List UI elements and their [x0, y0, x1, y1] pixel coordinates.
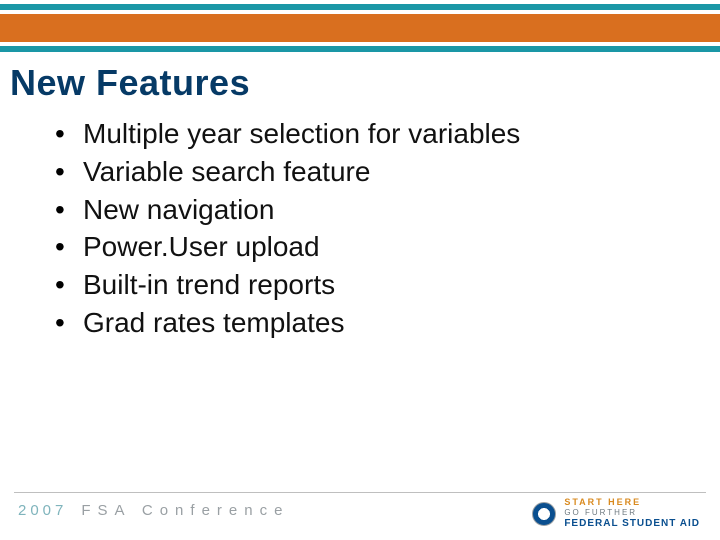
fsa-logo: START HERE GO FURTHER FEDERAL STUDENT AI… — [532, 498, 700, 529]
list-item: New navigation — [55, 191, 660, 229]
footer-divider — [14, 492, 706, 493]
footer-conference-name: FSA Conference — [81, 502, 289, 519]
seal-icon — [532, 502, 556, 526]
fsa-logo-text: START HERE GO FURTHER FEDERAL STUDENT AI… — [564, 498, 700, 529]
bullet-list: Multiple year selection for variables Va… — [55, 115, 660, 342]
list-item: Built-in trend reports — [55, 266, 660, 304]
logo-line-1: START HERE — [564, 498, 700, 507]
list-item: Variable search feature — [55, 153, 660, 191]
list-item: Multiple year selection for variables — [55, 115, 660, 153]
list-item: Power.User upload — [55, 228, 660, 266]
banner-stripe-teal-bottom — [0, 46, 720, 52]
logo-line-2: GO FURTHER — [564, 509, 700, 517]
list-item: Grad rates templates — [55, 304, 660, 342]
footer-conference-label: 2007 FSA Conference — [18, 502, 289, 519]
banner-stripe-orange — [0, 14, 720, 42]
slide-title: New Features — [10, 62, 250, 104]
logo-line-3: FEDERAL STUDENT AID — [564, 519, 700, 529]
slide-footer: 2007 FSA Conference START HERE GO FURTHER… — [0, 492, 720, 540]
top-banner — [0, 0, 720, 55]
slide-content: Multiple year selection for variables Va… — [55, 115, 660, 342]
footer-year: 2007 — [18, 502, 67, 519]
slide: New Features Multiple year selection for… — [0, 0, 720, 540]
banner-stripe-teal-top — [0, 4, 720, 10]
